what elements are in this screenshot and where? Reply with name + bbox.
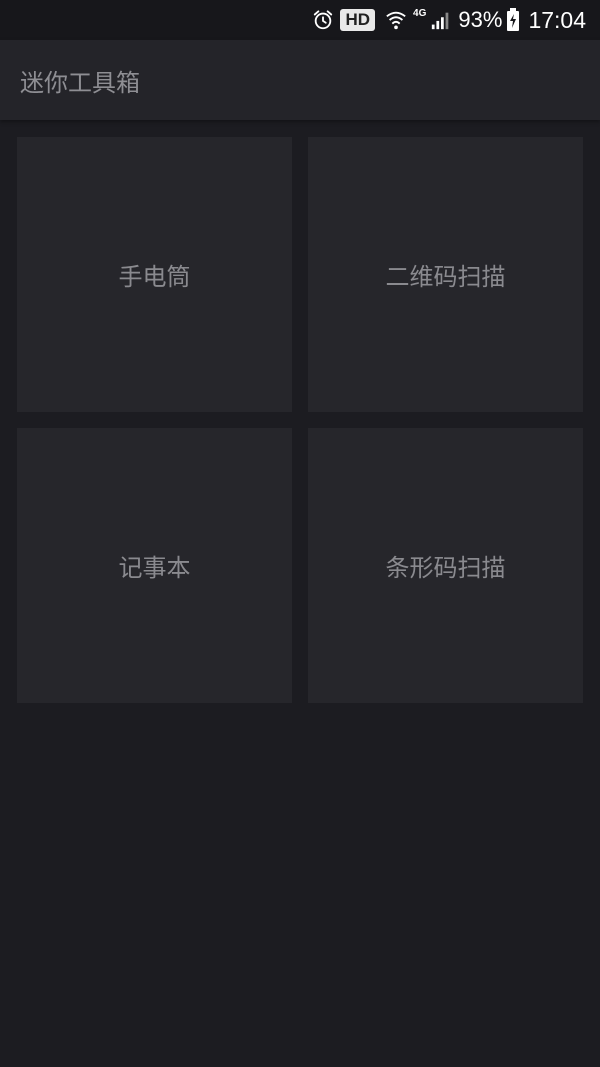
tile-label: 条形码扫描: [385, 554, 506, 582]
wifi-icon: [385, 9, 407, 31]
tile-label: 手电筒: [118, 263, 191, 291]
signal-icon: [430, 9, 452, 31]
qr-scan-tile[interactable]: 二维码扫描: [308, 137, 583, 412]
battery-percent: 93%: [458, 7, 503, 32]
clock: 17:04: [528, 6, 586, 33]
page-title: 迷你工具箱: [20, 68, 140, 97]
flashlight-tile[interactable]: 手电筒: [17, 137, 292, 412]
battery-charging-icon: [506, 8, 520, 32]
tile-label: 记事本: [118, 554, 191, 582]
app-bar: 迷你工具箱: [0, 40, 600, 120]
notepad-tile[interactable]: 记事本: [17, 428, 292, 703]
hd-badge: HD: [340, 9, 376, 31]
barcode-scan-tile[interactable]: 条形码扫描: [308, 428, 583, 703]
tile-label: 二维码扫描: [385, 263, 506, 291]
alarm-icon: [312, 9, 334, 31]
status-bar: HD 4G 93% 17:04: [0, 0, 600, 40]
network-type-label: 4G: [413, 8, 427, 19]
